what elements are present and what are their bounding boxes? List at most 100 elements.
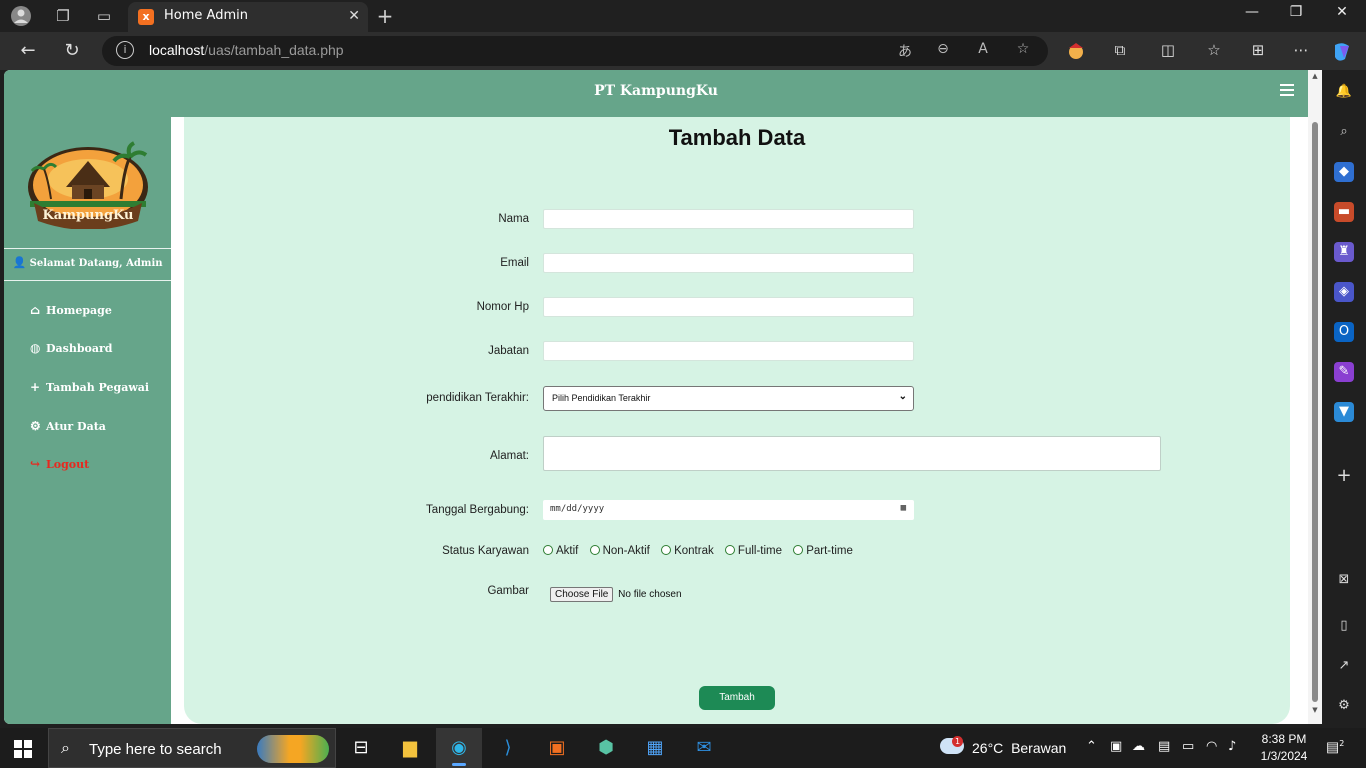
taskbar-search[interactable]: ⌕ Type here to search bbox=[48, 728, 336, 768]
hamburger-menu-icon[interactable] bbox=[1280, 84, 1294, 97]
tools-icon[interactable]: ▬ bbox=[1334, 202, 1354, 222]
scroll-up-icon[interactable]: ▲ bbox=[1310, 72, 1320, 80]
xampp-taskbar-icon[interactable]: ▣ bbox=[534, 728, 580, 768]
favorites-icon[interactable]: ☆ bbox=[1202, 41, 1226, 59]
address-bar[interactable]: i localhost/uas/tambah_data.php あ ⊖ A ☆ bbox=[102, 36, 1048, 66]
search-icon[interactable]: ⌕ bbox=[1334, 122, 1354, 142]
add-sidebar-app-icon[interactable]: + bbox=[1334, 466, 1354, 486]
close-tab-icon[interactable]: ✕ bbox=[348, 8, 360, 24]
notification-bell-icon[interactable]: 🔔 bbox=[1334, 82, 1354, 102]
status-radio-non-aktif[interactable]: Non-Aktif bbox=[589, 545, 650, 557]
shopping-tag-icon[interactable]: ◆ bbox=[1334, 162, 1354, 182]
pendidikan-select[interactable]: Pilih Pendidikan Terakhir ⌄ bbox=[543, 386, 914, 411]
translate-icon[interactable]: あ bbox=[894, 41, 916, 61]
refresh-icon[interactable]: ↻ bbox=[60, 40, 84, 64]
edge-browser-icon[interactable]: ◉ bbox=[436, 728, 482, 768]
scroll-thumb[interactable] bbox=[1312, 122, 1318, 702]
page-scrollbar[interactable]: ▲ ▼ bbox=[1308, 70, 1322, 724]
search-highlight-image bbox=[257, 735, 329, 763]
minimize-icon[interactable]: — bbox=[1232, 4, 1272, 20]
games-icon[interactable]: ♜ bbox=[1334, 242, 1354, 262]
taskbar-search-placeholder: Type here to search bbox=[89, 741, 222, 758]
tab-actions-icon[interactable]: ▭ bbox=[93, 5, 115, 27]
radio-label: Kontrak bbox=[674, 545, 714, 557]
email-field[interactable] bbox=[543, 253, 914, 273]
projector-icon[interactable]: ▤ bbox=[1158, 739, 1170, 754]
profile-icon[interactable] bbox=[10, 5, 32, 27]
store-icon[interactable]: ▦ bbox=[632, 728, 678, 768]
radio-circle[interactable] bbox=[661, 545, 672, 555]
browser-tab-active[interactable]: x Home Admin ✕ bbox=[128, 2, 368, 32]
nama-field[interactable] bbox=[543, 209, 914, 229]
sidebar-item-homepage[interactable]: ⌂ Homepage bbox=[30, 303, 112, 323]
windows-taskbar: ⌕ Type here to search ⊟ ▆ ◉ ⟩ ▣ ⬢ ▦ ✉ 1 … bbox=[0, 728, 1366, 768]
sidebar-item-label: Tambah Pegawai bbox=[46, 381, 150, 394]
workspaces-icon[interactable]: ❐ bbox=[52, 5, 74, 27]
hp-field[interactable] bbox=[543, 297, 914, 317]
plus-icon: + bbox=[30, 380, 41, 394]
status-radio-aktif[interactable]: Aktif bbox=[543, 545, 578, 557]
extensions-icon[interactable]: ⧉ bbox=[1108, 41, 1132, 59]
pendidikan-label: pendidikan Terakhir: bbox=[426, 392, 529, 404]
jabatan-field[interactable] bbox=[543, 341, 914, 361]
sidebar-item-logout[interactable]: ↪ Logout bbox=[30, 457, 89, 477]
maximize-icon[interactable]: ❐ bbox=[1276, 4, 1316, 20]
calendar-icon[interactable]: ▦ bbox=[901, 503, 906, 513]
tambah-submit-button[interactable]: Tambah bbox=[699, 686, 775, 710]
split-screen-icon[interactable]: ◫ bbox=[1156, 41, 1180, 59]
status-radio-kontrak[interactable]: Kontrak bbox=[661, 545, 714, 557]
drop-icon[interactable]: ▼ bbox=[1334, 402, 1354, 422]
sidebar-item-dashboard[interactable]: ◍ Dashboard bbox=[30, 341, 113, 361]
copilot-app-icon[interactable]: ◈ bbox=[1334, 282, 1354, 302]
sidebar-item-atur-data[interactable]: ⚙ Atur Data bbox=[30, 419, 106, 439]
sidebar-divider-top bbox=[4, 248, 171, 249]
status-radio-part-time[interactable]: Part-time bbox=[793, 545, 853, 557]
windows-start-icon[interactable] bbox=[14, 740, 32, 758]
task-view-icon[interactable]: ⊟ bbox=[338, 728, 384, 768]
back-icon[interactable]: ← bbox=[16, 40, 40, 64]
show-hidden-icons-icon[interactable]: ⌃ bbox=[1086, 739, 1097, 754]
screenshot-icon[interactable]: ⊠ bbox=[1334, 570, 1354, 590]
meet-now-icon[interactable]: ▣ bbox=[1110, 739, 1122, 754]
sidebar: KampungKu 👤 Selamat Datang, Admin ⌂ Homep… bbox=[4, 117, 171, 724]
notification-center-icon[interactable]: ▤2 bbox=[1326, 739, 1344, 756]
radio-circle[interactable] bbox=[589, 545, 600, 555]
url-text: localhost/uas/tambah_data.php bbox=[149, 42, 344, 58]
taskbar-clock[interactable]: 8:38 PM 1/3/2024 bbox=[1256, 731, 1312, 765]
favorite-icon[interactable]: ☆ bbox=[1012, 41, 1034, 57]
vscode-icon[interactable]: ⟩ bbox=[485, 728, 531, 768]
virtualbox-icon[interactable]: ⬢ bbox=[583, 728, 629, 768]
open-external-icon[interactable]: ↗ bbox=[1334, 656, 1354, 676]
page-title: Tambah Data bbox=[668, 125, 806, 150]
zoom-out-icon[interactable]: ⊖ bbox=[932, 41, 954, 57]
sidebar-toggle-icon[interactable]: ▯ bbox=[1334, 616, 1354, 636]
outlook-icon[interactable]: O bbox=[1334, 322, 1354, 342]
scroll-down-icon[interactable]: ▼ bbox=[1310, 706, 1320, 714]
extension-avatar-icon[interactable] bbox=[1064, 41, 1088, 65]
copilot-icon[interactable] bbox=[1330, 41, 1354, 67]
onedrive-icon[interactable]: ☁ bbox=[1132, 739, 1145, 754]
site-info-icon[interactable]: i bbox=[116, 41, 134, 59]
radio-circle[interactable] bbox=[793, 545, 804, 555]
battery-icon[interactable]: ▭ bbox=[1182, 739, 1194, 754]
sidebar-settings-icon[interactable]: ⚙ bbox=[1334, 696, 1354, 716]
file-explorer-icon[interactable]: ▆ bbox=[387, 728, 433, 768]
user-icon: 👤 bbox=[12, 256, 27, 269]
new-tab-icon[interactable]: + bbox=[374, 5, 396, 27]
radio-circle[interactable] bbox=[724, 545, 735, 555]
collections-icon[interactable]: ⊞ bbox=[1246, 41, 1270, 59]
tanggal-date-input[interactable]: mm/dd/yyyy ▦ bbox=[543, 500, 914, 520]
radio-circle[interactable] bbox=[543, 545, 553, 555]
choose-file-button[interactable]: Choose File bbox=[550, 587, 614, 602]
sidebar-item-tambah-pegawai[interactable]: + Tambah Pegawai bbox=[30, 380, 149, 400]
designer-icon[interactable]: ✎ bbox=[1334, 362, 1354, 382]
close-window-icon[interactable]: ✕ bbox=[1322, 4, 1362, 20]
wifi-icon[interactable]: ◠ bbox=[1206, 739, 1217, 754]
status-radio-full-time[interactable]: Full-time bbox=[724, 545, 782, 557]
volume-icon[interactable]: ♪ bbox=[1228, 739, 1236, 754]
alamat-textarea[interactable] bbox=[543, 436, 1161, 471]
more-icon[interactable]: ⋯ bbox=[1289, 41, 1313, 59]
read-aloud-icon[interactable]: A bbox=[972, 41, 994, 57]
mail-icon[interactable]: ✉ bbox=[681, 728, 727, 768]
weather-widget[interactable]: 26°C Berawan bbox=[972, 740, 1066, 756]
